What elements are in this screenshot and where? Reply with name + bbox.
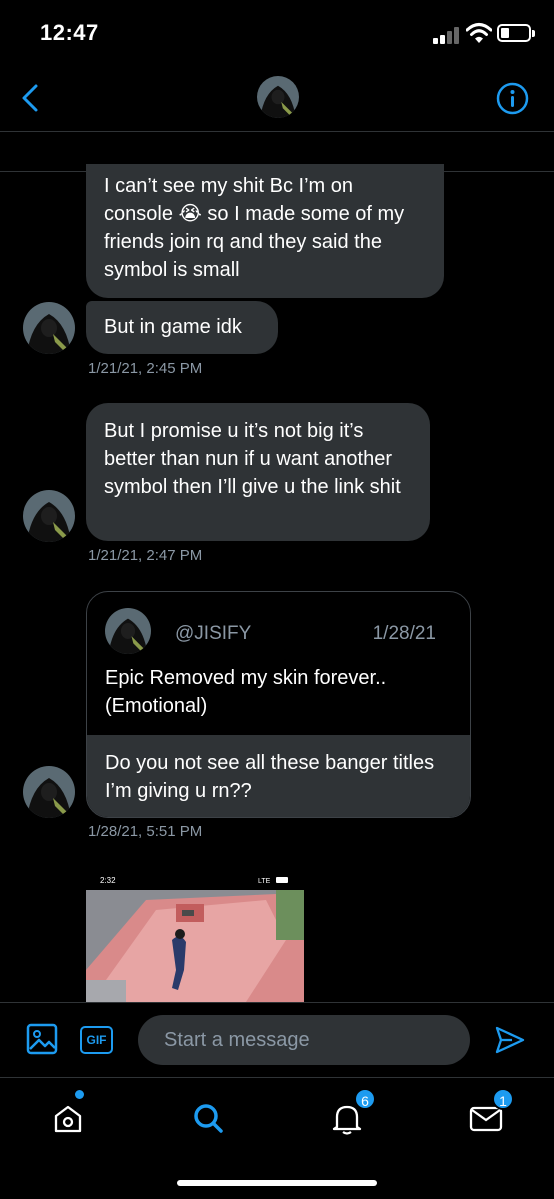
hooded-avatar-icon <box>23 766 75 818</box>
media-status-time: 2:32 <box>100 876 116 885</box>
hooded-avatar-icon <box>257 76 299 118</box>
home-icon <box>54 1105 82 1133</box>
message-input[interactable] <box>138 1015 470 1065</box>
conversation-header <box>0 70 554 132</box>
hooded-avatar-icon <box>105 608 151 654</box>
game-screenshot-image: 2:32 LTE <box>86 870 304 1002</box>
send-icon[interactable] <box>494 1025 526 1055</box>
hooded-avatar-icon <box>23 302 75 354</box>
sender-avatar[interactable] <box>23 302 75 354</box>
notifications-badge: 6 <box>354 1088 376 1110</box>
quoted-tweet-text: Epic Removed my skin forever.. (Emotiona… <box>105 667 387 717</box>
message-timestamp: 1/21/21, 2:45 PM <box>88 360 203 377</box>
message-bubble[interactable]: I can’t see my shit Bc I’m on console 😭 … <box>86 164 444 298</box>
quoted-tweet-date: 1/28/21 <box>372 623 436 644</box>
tab-search[interactable] <box>188 1098 228 1138</box>
home-indicator <box>177 1180 377 1186</box>
search-icon <box>194 1104 223 1133</box>
message-timestamp: 1/28/21, 5:51 PM <box>88 823 203 840</box>
back-arrow-icon[interactable] <box>16 80 46 116</box>
gif-button[interactable]: GIF <box>80 1026 113 1054</box>
tab-notifications[interactable]: 6 <box>327 1088 376 1138</box>
message-bubble: Do you not see all these banger titles I… <box>87 735 470 817</box>
tab-messages[interactable]: 1 <box>466 1088 514 1138</box>
messages-badge: 1 <box>492 1088 514 1110</box>
media-thumbnail[interactable]: 2:32 LTE <box>86 870 304 1002</box>
media-status-network: LTE <box>258 878 271 885</box>
status-bar: 12:47 <box>0 0 554 70</box>
battery-icon <box>497 24 531 42</box>
sender-avatar[interactable] <box>23 766 75 818</box>
message-text: Do you not see all these banger titles I… <box>105 752 435 802</box>
message-text: I can’t see my shit Bc I’m on console 😭 … <box>104 175 405 281</box>
message-text: But in game idk <box>104 316 242 338</box>
sender-avatar[interactable] <box>23 490 75 542</box>
image-icon[interactable] <box>26 1023 58 1055</box>
battery-tip <box>532 30 535 37</box>
tab-home[interactable] <box>48 1090 88 1138</box>
message-bubble[interactable]: But in game idk <box>86 301 278 354</box>
quoted-tweet-avatar <box>105 608 151 654</box>
message-composer: GIF <box>0 1002 554 1078</box>
home-new-indicator <box>75 1090 84 1099</box>
info-icon[interactable] <box>496 82 529 115</box>
message-timestamp: 1/21/21, 2:47 PM <box>88 547 203 564</box>
header-avatar[interactable] <box>257 76 299 118</box>
status-time: 12:47 <box>40 20 99 45</box>
message-bubble[interactable]: But I promise u it’s not big it’s better… <box>86 403 430 541</box>
quoted-tweet-handle: @JISIFY <box>175 623 252 644</box>
message-text: But I promise u it’s not big it’s better… <box>104 420 401 498</box>
wifi-icon <box>466 23 492 43</box>
quoted-tweet-card[interactable]: @JISIFY 1/28/21 Epic Removed my skin for… <box>86 591 471 818</box>
hooded-avatar-icon <box>23 490 75 542</box>
cellular-signal-icon <box>433 26 461 44</box>
